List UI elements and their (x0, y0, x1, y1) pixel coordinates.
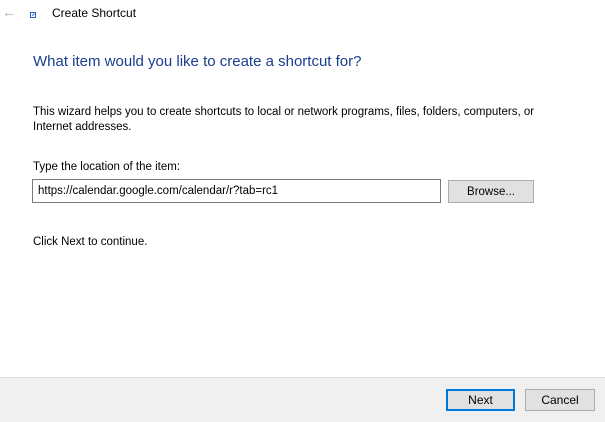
back-arrow-icon[interactable]: ← (2, 5, 16, 19)
continue-instruction: Click Next to continue. (33, 236, 148, 248)
wizard-footer: Next Cancel (0, 377, 605, 422)
next-button[interactable]: Next (446, 389, 515, 411)
browse-button[interactable]: Browse... (448, 180, 534, 203)
shortcut-icon (30, 12, 36, 18)
cancel-button[interactable]: Cancel (525, 389, 595, 411)
title-bar: ← Create Shortcut (0, 0, 605, 28)
window-title: Create Shortcut (52, 6, 137, 20)
create-shortcut-window: ← Create Shortcut What item would you li… (0, 0, 605, 422)
wizard-description: This wizard helps you to create shortcut… (33, 106, 535, 133)
location-label: Type the location of the item: (33, 161, 181, 173)
page-heading: What item would you like to create a sho… (33, 53, 362, 70)
location-input[interactable] (32, 179, 441, 203)
